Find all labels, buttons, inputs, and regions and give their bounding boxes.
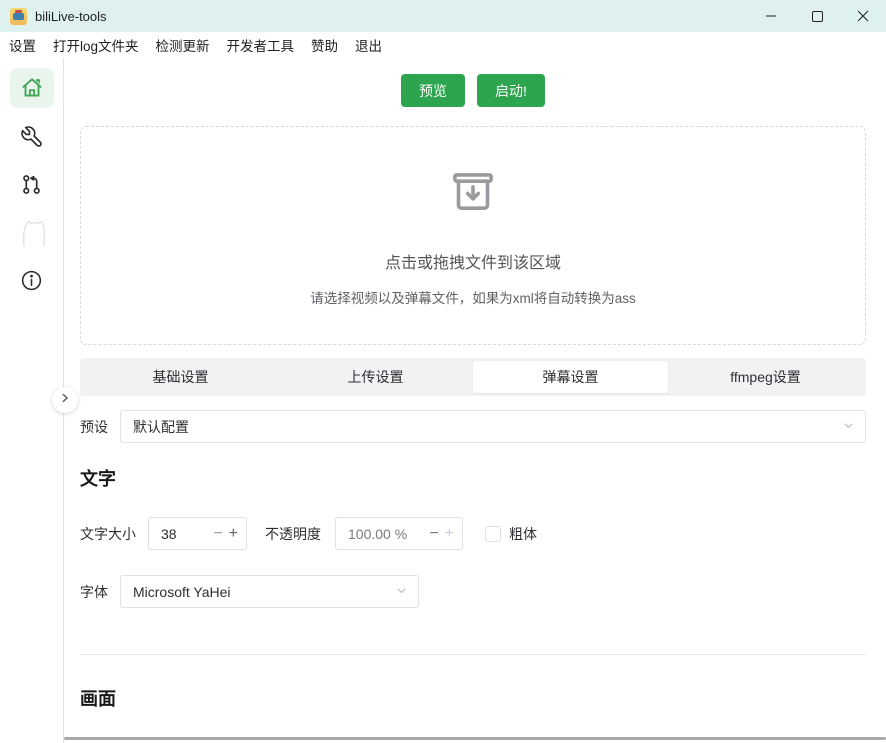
font-size-value[interactable] xyxy=(149,526,213,542)
font-family-value: Microsoft YaHei xyxy=(133,584,395,600)
sidebar-item-convert[interactable] xyxy=(10,164,54,204)
menu-item-check-update[interactable]: 检测更新 xyxy=(155,33,211,57)
opacity-input[interactable]: − + xyxy=(335,517,463,550)
dropzone-hint-text: 请选择视频以及弹幕文件，如果为xml将自动转换为ass xyxy=(310,287,636,307)
font-size-increase-button[interactable]: + xyxy=(229,526,238,542)
chevron-down-icon xyxy=(842,419,855,435)
faint-shape-icon xyxy=(17,215,47,249)
menu-item-sponsor[interactable]: 赞助 xyxy=(310,33,339,57)
action-buttons: 预览 启动! xyxy=(80,74,866,107)
wrench-icon xyxy=(19,124,44,149)
preview-button[interactable]: 预览 xyxy=(401,74,465,107)
menu-item-open-log-folder[interactable]: 打开log文件夹 xyxy=(52,33,140,57)
sidebar-item-about[interactable] xyxy=(10,260,54,300)
font-family-select[interactable]: Microsoft YaHei xyxy=(120,575,419,608)
opacity-label: 不透明度 xyxy=(265,524,321,544)
window-title: biliLive-tools xyxy=(35,9,107,24)
home-icon xyxy=(19,75,45,101)
font-size-input[interactable]: − + xyxy=(148,517,247,550)
menu-item-settings[interactable]: 设置 xyxy=(8,33,37,57)
menu-item-exit[interactable]: 退出 xyxy=(354,33,383,57)
section-divider xyxy=(80,654,866,655)
git-compare-icon xyxy=(19,172,44,197)
opacity-value[interactable] xyxy=(336,526,429,542)
sidebar-collapse-button[interactable] xyxy=(52,387,78,413)
maximize-button[interactable] xyxy=(794,0,840,32)
sidebar-item-tools[interactable] xyxy=(10,116,54,156)
font-family-label: 字体 xyxy=(80,582,108,602)
minimize-button[interactable] xyxy=(748,0,794,32)
chevron-right-icon xyxy=(59,391,71,409)
app-window: biliLive-tools 设置 打开log文件夹 检测更新 开发者工具 赞助… xyxy=(0,0,886,743)
sidebar-item-misc[interactable] xyxy=(10,212,54,252)
sidebar-item-home[interactable] xyxy=(10,68,54,108)
font-size-label: 文字大小 xyxy=(80,524,136,544)
menubar: 设置 打开log文件夹 检测更新 开发者工具 赞助 退出 xyxy=(0,32,886,58)
tab-basic-settings[interactable]: 基础设置 xyxy=(83,361,278,393)
preset-label: 预设 xyxy=(80,417,108,437)
preset-select-value: 默认配置 xyxy=(133,417,842,437)
preset-select[interactable]: 默认配置 xyxy=(120,410,866,443)
start-button[interactable]: 启动! xyxy=(477,74,545,107)
horizontal-scrollbar[interactable] xyxy=(64,737,886,740)
titlebar: biliLive-tools xyxy=(0,0,886,32)
bold-checkbox[interactable] xyxy=(485,526,501,542)
settings-tabs: 基础设置 上传设置 弹幕设置 ffmpeg设置 xyxy=(80,358,866,396)
app-icon xyxy=(10,8,27,25)
file-dropzone[interactable]: 点击或拖拽文件到该区域 请选择视频以及弹幕文件，如果为xml将自动转换为ass xyxy=(80,126,866,345)
inbox-download-icon xyxy=(444,164,502,227)
font-size-decrease-button[interactable]: − xyxy=(213,526,222,542)
tab-ffmpeg-settings[interactable]: ffmpeg设置 xyxy=(668,361,863,393)
bold-label: 粗体 xyxy=(509,524,537,544)
tab-danmaku-settings[interactable]: 弹幕设置 xyxy=(473,361,668,393)
close-button[interactable] xyxy=(840,0,886,32)
tab-upload-settings[interactable]: 上传设置 xyxy=(278,361,473,393)
canvas-section-title: 画面 xyxy=(80,685,866,711)
opacity-decrease-button[interactable]: − xyxy=(429,526,438,542)
text-section-title: 文字 xyxy=(80,465,866,491)
dropzone-main-text: 点击或拖拽文件到该区域 xyxy=(385,249,561,273)
opacity-increase-button[interactable]: + xyxy=(445,526,454,542)
info-icon xyxy=(19,268,44,293)
menu-item-devtools[interactable]: 开发者工具 xyxy=(226,33,296,57)
chevron-down-icon xyxy=(395,584,408,600)
main-content: 预览 启动! 点击或拖拽文件到该区域 请选择视频以及弹幕文件，如果为xml将自动… xyxy=(64,58,886,743)
